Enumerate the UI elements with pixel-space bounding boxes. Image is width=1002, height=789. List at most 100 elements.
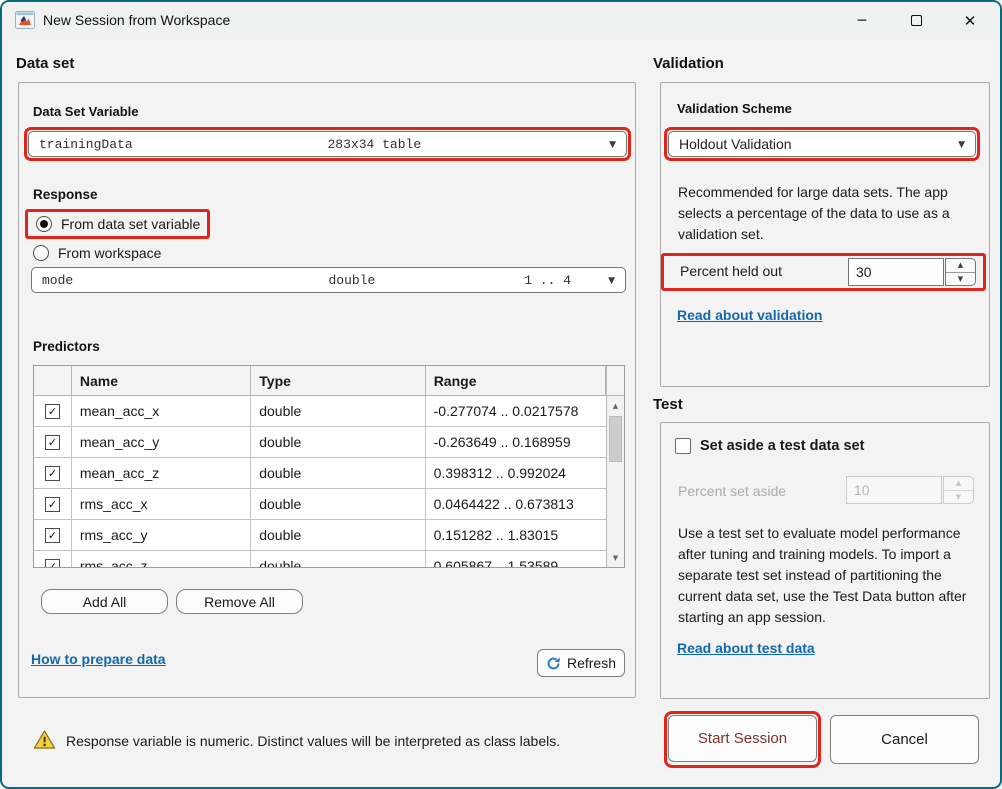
checkbox-checked-icon: ✓ (45, 528, 60, 543)
check-icon: ✓ (48, 437, 57, 448)
title-bar: New Session from Workspace ─ ✕ (2, 2, 1000, 39)
validation-scheme-label: Validation Scheme (677, 101, 792, 116)
predictor-range: 0.0464422 .. 0.673813 (426, 489, 606, 519)
check-icon: ✓ (48, 468, 57, 479)
dataset-variable-highlight: trainingData 283x34 table ▼ (24, 127, 631, 161)
header-checkbox-column (34, 366, 72, 395)
predictor-row[interactable]: ✓ mean_acc_y double -0.263649 .. 0.16895… (34, 427, 606, 458)
predictor-range: -0.263649 .. 0.168959 (426, 427, 606, 457)
dialog-window: New Session from Workspace ─ ✕ Data set … (0, 0, 1002, 789)
validation-scheme-highlight: Holdout Validation ▼ (664, 127, 980, 161)
checkbox-unchecked-icon (675, 438, 691, 454)
window-title: New Session from Workspace (43, 12, 230, 28)
predictor-checkbox[interactable]: ✓ (34, 551, 72, 568)
response-option1-label: From data set variable (61, 216, 200, 232)
check-icon: ✓ (48, 406, 57, 417)
predictor-checkbox[interactable]: ✓ (34, 396, 72, 426)
percent-held-out-spinner[interactable]: ▲ ▼ (945, 258, 976, 286)
scroll-down-icon[interactable]: ▼ (607, 551, 624, 565)
test-panel: Set aside a test data set Percent set as… (660, 422, 990, 699)
predictor-range: -0.277074 .. 0.0217578 (426, 396, 606, 426)
response-variable-value: mode (42, 273, 73, 288)
dataset-variable-dropdown[interactable]: trainingData 283x34 table ▼ (28, 131, 627, 157)
add-all-button[interactable]: Add All (41, 589, 168, 614)
spinner-down-icon[interactable]: ▼ (944, 490, 973, 504)
read-about-test-data-link[interactable]: Read about test data (677, 640, 815, 656)
read-about-validation-link[interactable]: Read about validation (677, 307, 822, 323)
remove-all-button[interactable]: Remove All (176, 589, 303, 614)
start-session-highlight: Start Session (664, 711, 821, 768)
check-icon: ✓ (48, 561, 57, 569)
checkbox-checked-icon: ✓ (45, 559, 60, 569)
predictor-type: double (251, 396, 425, 426)
percent-set-aside-input[interactable]: 10 (846, 476, 942, 504)
validation-description: Recommended for large data sets. The app… (678, 182, 974, 245)
predictor-checkbox[interactable]: ✓ (34, 489, 72, 519)
predictors-table-body: ✓ mean_acc_x double -0.277074 .. 0.02175… (34, 396, 606, 568)
percent-held-out-highlight: Percent held out 30 ▲ ▼ (661, 253, 986, 291)
header-scroll-spacer (606, 366, 624, 395)
predictor-row[interactable]: ✓ rms_acc_z double 0.605867 .. 1.53589 (34, 551, 606, 568)
warning-message: Response variable is numeric. Distinct v… (66, 733, 560, 749)
prepare-data-link[interactable]: How to prepare data (31, 651, 166, 667)
set-aside-test-label: Set aside a test data set (700, 438, 864, 454)
test-description: Use a test set to evaluate model perform… (678, 523, 978, 628)
predictor-name: mean_acc_x (72, 396, 251, 426)
predictor-name: mean_acc_z (72, 458, 251, 488)
close-button[interactable]: ✕ (948, 2, 992, 39)
radio-unselected-icon (33, 245, 49, 261)
minimize-button[interactable]: ─ (840, 2, 884, 39)
spinner-down-icon[interactable]: ▼ (946, 272, 975, 286)
response-from-workspace-radio[interactable]: From workspace (33, 245, 161, 261)
predictor-checkbox[interactable]: ✓ (34, 427, 72, 457)
predictors-table: Name Type Range ✓ mean_acc_x double -0.2… (33, 365, 625, 568)
predictor-type: double (251, 458, 425, 488)
predictor-row[interactable]: ✓ rms_acc_x double 0.0464422 .. 0.673813 (34, 489, 606, 520)
predictor-name: rms_acc_y (72, 520, 251, 550)
warning-icon (33, 729, 56, 755)
header-type: Type (251, 366, 425, 395)
predictors-scrollbar[interactable]: ▲ ▼ (606, 396, 624, 567)
set-aside-test-checkbox[interactable]: Set aside a test data set (675, 438, 864, 454)
predictor-range: 0.398312 .. 0.992024 (426, 458, 606, 488)
matlab-app-icon (15, 11, 35, 29)
response-from-dataset-highlight: From data set variable (25, 209, 210, 239)
validation-panel: Validation Scheme Holdout Validation ▼ R… (660, 82, 990, 387)
percent-held-out-input[interactable]: 30 (848, 258, 944, 286)
spinner-up-icon[interactable]: ▲ (946, 259, 975, 272)
checkbox-checked-icon: ✓ (45, 404, 60, 419)
refresh-button[interactable]: Refresh (537, 649, 625, 677)
percent-set-aside-spinner[interactable]: ▲ ▼ (943, 476, 974, 504)
response-variable-range: 1 .. 4 (524, 273, 571, 288)
test-heading: Test (653, 396, 683, 413)
refresh-label: Refresh (567, 655, 616, 671)
predictors-table-header: Name Type Range (34, 366, 624, 396)
maximize-button[interactable] (894, 2, 938, 39)
dataset-variable-value: trainingData (39, 137, 133, 152)
checkbox-checked-icon: ✓ (45, 497, 60, 512)
predictor-checkbox[interactable]: ✓ (34, 520, 72, 550)
response-variable-dropdown[interactable]: mode double 1 .. 4 ▼ (31, 267, 626, 293)
radio-selected-icon (36, 216, 52, 232)
check-icon: ✓ (48, 530, 57, 541)
predictor-row[interactable]: ✓ rms_acc_y double 0.151282 .. 1.83015 (34, 520, 606, 551)
predictor-row[interactable]: ✓ mean_acc_z double 0.398312 .. 0.992024 (34, 458, 606, 489)
predictor-type: double (251, 551, 425, 568)
scroll-up-icon[interactable]: ▲ (607, 399, 624, 413)
predictor-range: 0.151282 .. 1.83015 (426, 520, 606, 550)
scrollbar-thumb[interactable] (609, 416, 622, 462)
dataset-panel: Data Set Variable trainingData 283x34 ta… (18, 82, 636, 698)
maximize-icon (911, 15, 922, 26)
predictor-row[interactable]: ✓ mean_acc_x double -0.277074 .. 0.02175… (34, 396, 606, 427)
response-from-dataset-radio[interactable]: From data set variable (36, 216, 200, 232)
start-session-button[interactable]: Start Session (668, 715, 817, 762)
validation-scheme-dropdown[interactable]: Holdout Validation ▼ (668, 131, 976, 157)
dropdown-arrow-icon: ▼ (609, 140, 616, 150)
cancel-button[interactable]: Cancel (830, 715, 979, 764)
header-range: Range (426, 366, 606, 395)
spinner-up-icon[interactable]: ▲ (944, 477, 973, 490)
predictor-name: rms_acc_x (72, 489, 251, 519)
refresh-icon (546, 656, 561, 671)
dropdown-arrow-icon: ▼ (958, 140, 965, 150)
predictor-checkbox[interactable]: ✓ (34, 458, 72, 488)
